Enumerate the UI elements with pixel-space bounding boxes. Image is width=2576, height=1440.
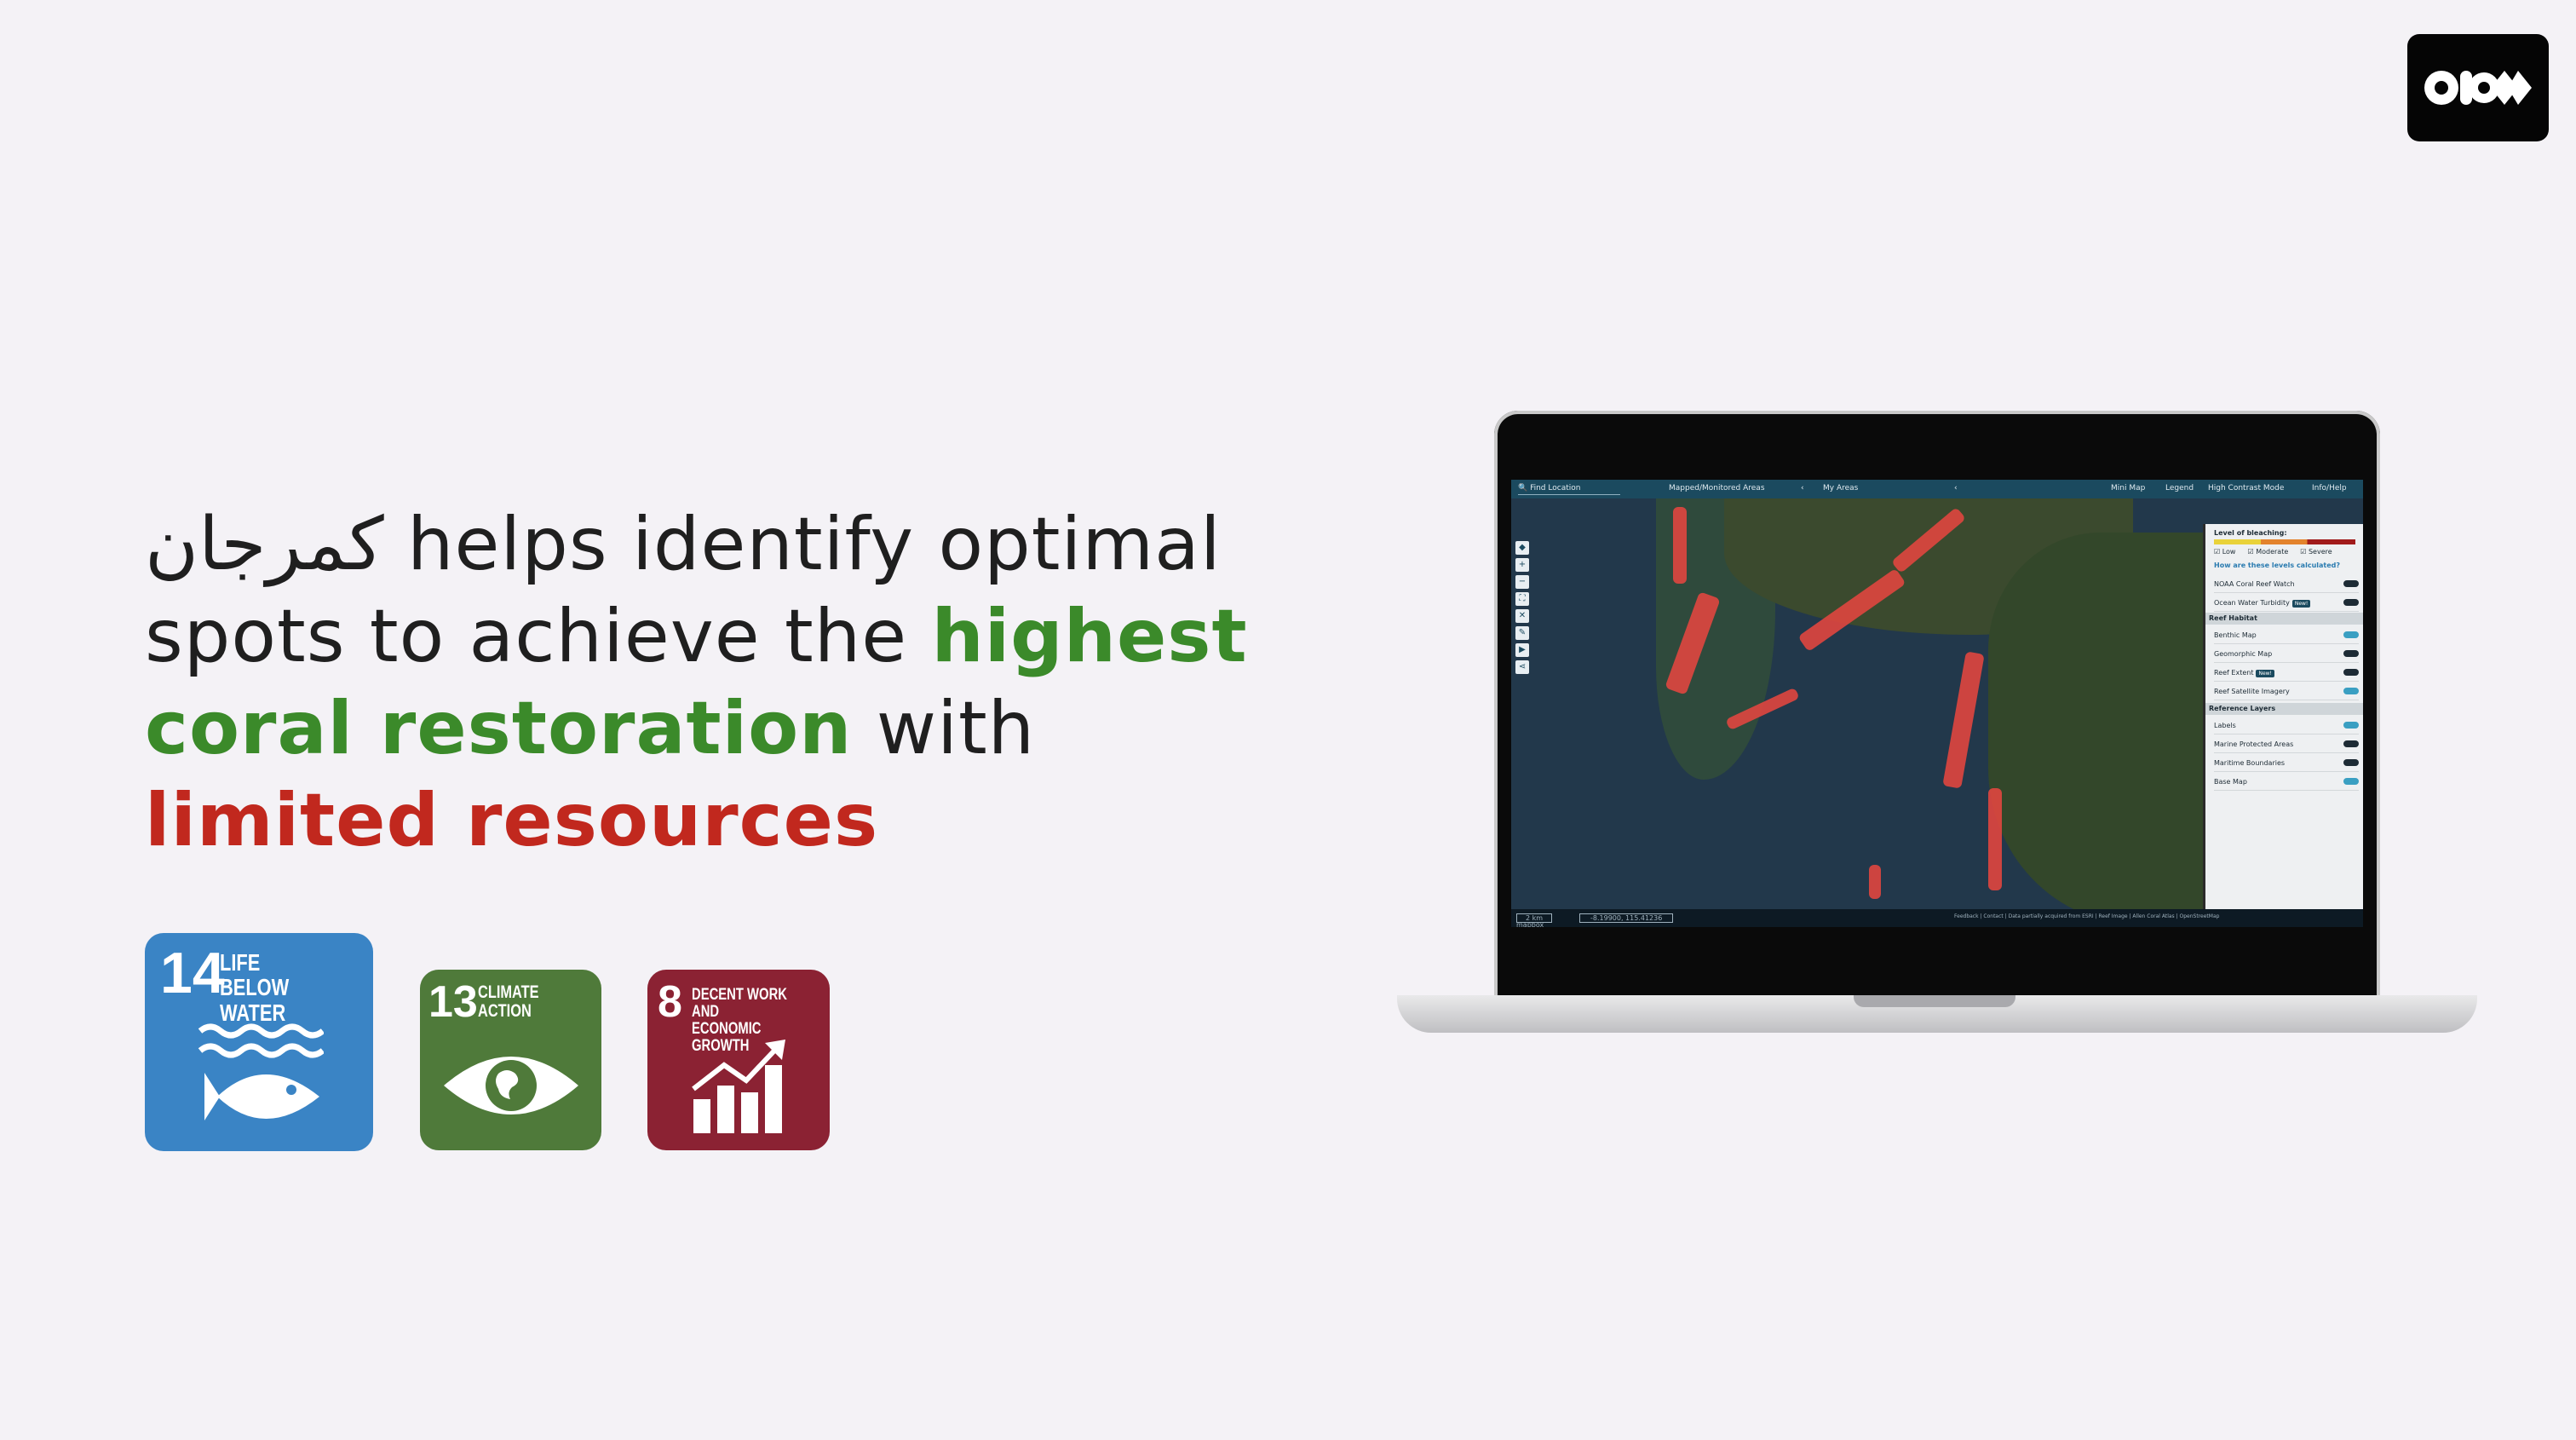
bleaching-title: Level of bleaching: <box>2214 529 2287 537</box>
layer-row-turbidity[interactable]: Ocean Water Turbidity New! <box>2214 594 2359 612</box>
new-badge: New! <box>2256 669 2274 677</box>
chevron-left-icon[interactable]: ‹ <box>1801 484 1804 492</box>
level-severe-label: Severe <box>2308 548 2332 556</box>
layer-row-basemap[interactable]: Base Map <box>2214 773 2359 791</box>
sdg-title: CLIMATE ACTION <box>478 982 539 1022</box>
trash-icon[interactable]: ✕ <box>1515 609 1529 623</box>
layer-label: Benthic Map <box>2214 631 2257 639</box>
mini-map-button[interactable]: Mini Map <box>2111 484 2145 492</box>
layer-toggle[interactable] <box>2343 759 2359 766</box>
layer-row-satellite[interactable]: Reef Satellite Imagery <box>2214 683 2359 700</box>
map-footer: 2 km -8.19900, 115.41236 mapbox Feedback… <box>1511 909 2363 927</box>
high-contrast-button[interactable]: High Contrast Mode <box>2208 484 2284 492</box>
sdg-number: 14 <box>160 941 225 1005</box>
level-moderate-checkbox[interactable]: ☑ Moderate <box>2247 548 2288 556</box>
sdg-title-line2: ACTION <box>478 1001 532 1022</box>
sdg-title-line1: LIFE <box>220 949 261 976</box>
sdg-number: 8 <box>658 977 682 1027</box>
bleaching-scale <box>2214 539 2355 544</box>
find-location-input[interactable]: 🔍 Find Location <box>1518 484 1620 495</box>
app-screen: 🔍 Find Location Mapped/Monitored Areas ‹… <box>1511 480 2363 927</box>
app-topbar: 🔍 Find Location Mapped/Monitored Areas ‹… <box>1511 480 2363 498</box>
find-location-placeholder: Find Location <box>1530 484 1581 492</box>
sdg-title-line1: DECENT WORK AND <box>692 986 787 1021</box>
layer-toggle[interactable] <box>2343 778 2359 785</box>
attribution-text[interactable]: Feedback | Contact | Data partially acqu… <box>1954 913 2219 919</box>
arabic-brand-name: كمرجان <box>145 502 384 587</box>
legend-button[interactable]: Legend <box>2165 484 2194 492</box>
layer-label: Marine Protected Areas <box>2214 740 2294 748</box>
fullscreen-icon[interactable]: ⛶ <box>1515 592 1529 606</box>
headline: كمرجان helps identify optimal spots to a… <box>145 498 1337 867</box>
layer-row-labels[interactable]: Labels <box>2214 717 2359 734</box>
section-reference-layers: Reference Layers <box>2205 703 2363 715</box>
layers-panel: Level of bleaching: ☑ Low ☑ Moderate ☑ S… <box>2203 524 2363 912</box>
draw-pencil-icon[interactable]: ✎ <box>1515 626 1529 640</box>
brand-logo-icon <box>2424 71 2532 105</box>
zoom-out-button[interactable]: − <box>1515 575 1529 589</box>
layer-row-noaa[interactable]: NOAA Coral Reef Watch <box>2214 575 2359 593</box>
layer-toggle[interactable] <box>2343 599 2359 606</box>
layer-row-mpa[interactable]: Marine Protected Areas <box>2214 735 2359 753</box>
bleaching-levels: ☑ Low ☑ Moderate ☑ Severe <box>2214 548 2332 556</box>
layer-toggle[interactable] <box>2343 740 2359 747</box>
layer-toggle[interactable] <box>2343 631 2359 638</box>
reef-bleaching-overlay <box>1942 651 1985 789</box>
sdg-title: LIFE BELOW WATER <box>220 950 339 1025</box>
reef-bleaching-overlay <box>1988 788 2002 890</box>
level-severe-checkbox[interactable]: ☑ Severe <box>2300 548 2332 556</box>
layer-row-geomorphic[interactable]: Geomorphic Map <box>2214 645 2359 663</box>
map-toolbar: ◆ + − ⛶ ✕ ✎ ▶ ⋖ <box>1515 541 1531 720</box>
satellite-map[interactable]: ◆ + − ⛶ ✕ ✎ ▶ ⋖ Level of bleaching: ☑ Lo… <box>1511 498 2363 924</box>
layer-label: NOAA Coral Reef Watch <box>2214 579 2295 588</box>
brand-logo <box>2407 34 2549 141</box>
sdg-number: 13 <box>428 977 478 1027</box>
play-icon[interactable]: ▶ <box>1515 643 1529 657</box>
layer-row-reef-extent[interactable]: Reef Extent New! <box>2214 664 2359 682</box>
layer-label: Reef Extent <box>2214 668 2254 677</box>
layer-label: Maritime Boundaries <box>2214 758 2286 767</box>
coordinates-readout: -8.19900, 115.41236 <box>1579 913 1674 923</box>
new-badge: New! <box>2291 599 2311 608</box>
tab-mapped-areas[interactable]: Mapped/Monitored Areas <box>1669 484 1765 492</box>
mapbox-logo: mapbox <box>1516 921 1544 927</box>
layer-toggle[interactable] <box>2343 722 2359 729</box>
sdg-title-line1: CLIMATE <box>478 982 539 1002</box>
headline-highlight-red: limited resources <box>145 778 879 863</box>
share-icon[interactable]: ⋖ <box>1515 660 1529 674</box>
compass-icon[interactable]: ◆ <box>1515 541 1529 555</box>
laptop-notch <box>1854 995 2015 1007</box>
layer-row-maritime[interactable]: Maritime Boundaries <box>2214 754 2359 772</box>
layer-label: Geomorphic Map <box>2214 649 2273 658</box>
layer-label: Labels <box>2214 721 2236 729</box>
fish-waves-icon <box>198 1023 324 1120</box>
zoom-in-button[interactable]: + <box>1515 558 1529 572</box>
layer-label: Base Map <box>2214 777 2247 786</box>
layer-toggle[interactable] <box>2343 650 2359 657</box>
growth-chart-icon <box>692 1040 785 1133</box>
layer-toggle[interactable] <box>2343 688 2359 694</box>
level-moderate-label: Moderate <box>2256 548 2289 556</box>
chevron-left-icon[interactable]: ‹ <box>1954 484 1958 492</box>
reef-bleaching-overlay <box>1869 865 1881 899</box>
layer-row-benthic[interactable]: Benthic Map <box>2214 626 2359 644</box>
sdg-14-tile: 14 LIFE BELOW WATER <box>145 933 373 1151</box>
eye-globe-icon <box>444 1057 578 1115</box>
level-low-label: Low <box>2222 548 2236 556</box>
sdg-13-tile: 13 CLIMATE ACTION <box>420 970 601 1150</box>
layer-toggle[interactable] <box>2343 580 2359 587</box>
reef-bleaching-overlay <box>1673 507 1687 584</box>
layer-label: Reef Satellite Imagery <box>2214 687 2290 695</box>
info-help-button[interactable]: Info/Help <box>2312 484 2347 492</box>
level-low-checkbox[interactable]: ☑ Low <box>2214 548 2235 556</box>
tab-my-areas[interactable]: My Areas <box>1823 484 1858 492</box>
headline-part2: with <box>852 686 1036 771</box>
layer-toggle[interactable] <box>2343 669 2359 676</box>
sdg-8-tile: 8 DECENT WORK AND ECONOMIC GROWTH <box>647 970 830 1150</box>
levels-info-link[interactable]: How are these levels calculated? <box>2214 562 2340 569</box>
layer-label: Ocean Water Turbidity <box>2214 598 2290 607</box>
section-reef-habitat: Reef Habitat <box>2205 613 2363 625</box>
